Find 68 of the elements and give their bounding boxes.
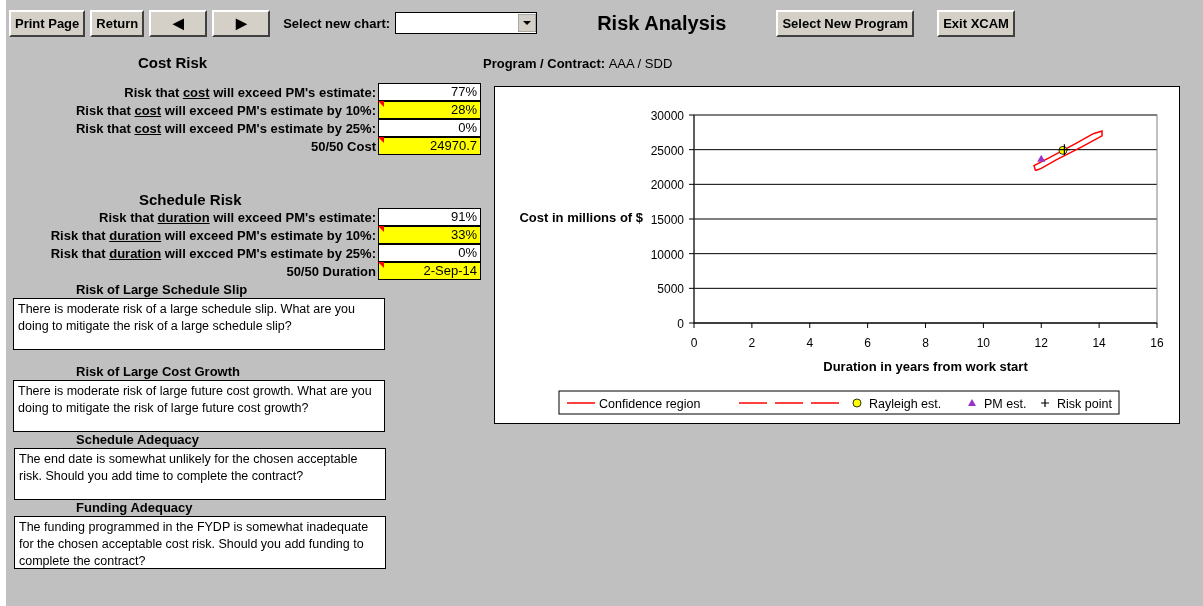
program-label: Program / Contract: AAA / SDD [483,56,674,71]
x-tick-label: 8 [922,336,929,350]
y-tick-label: 15000 [650,213,684,227]
x-tick-label: 0 [690,336,698,350]
x-tick-label: 16 [1150,336,1164,350]
y-tick-label: 25000 [650,143,684,158]
confidence-region-drawing [1033,129,1103,172]
y-axis-title: Cost in millions of $ [519,210,643,225]
legend-triangle-marker [968,399,976,406]
message-box: The end date is somewhat unlikely for the chosen acceptable risk. Should you add time to complete the contract? [14,448,386,500]
triangle-marker [1037,154,1046,162]
chart-select[interactable] [395,12,538,34]
legend-line [566,402,596,404]
toolbar-button[interactable]: Exit XCAM [937,9,1015,37]
y-tick-label: 20000 [650,178,684,193]
x-tick-label: 2 [748,336,756,350]
message-box: There is moderate risk of a large schedule slip. What are you doing to mitigate the risk of a large schedule slip? [13,298,385,350]
x-tick-label: 6 [864,336,871,350]
x-tick-label: 4 [806,336,814,350]
value-cell: 91% [378,208,481,226]
x-tick-label: 14 [1092,336,1106,350]
y-tick-label: 10000 [650,247,684,262]
legend-label: PM est. [984,397,1027,411]
message-title: Schedule Adequacy [75,432,201,448]
legend-line [774,402,804,404]
legend-line [738,402,768,404]
message-title: Risk of Large Cost Growth [75,364,241,380]
value-cell: 2-Sep-14 [378,262,481,280]
section-title: Cost Risk [137,53,209,71]
field-label: Risk that duration will exceed PM's estimate by 10%: [50,227,376,243]
message-box: The funding programmed in the FYDP is somewhat inadequate for the chosen acceptable cost risk. Should you add funding to complete the contract? [14,516,386,569]
value-cell: 0% [378,244,481,262]
section-title: Schedule Risk [138,190,243,208]
x-tick-label: 12 [1034,336,1048,350]
arrow-button[interactable]: ◀ [149,9,208,37]
legend-label: Confidence region [599,397,701,411]
page-title: Risk Analysis [597,11,727,35]
field-label: Risk that cost will exceed PM's estimate by 25%: [75,120,376,136]
select-label: Select new chart: [283,15,391,31]
legend-plus-marker [1040,398,1050,408]
value-cell: 24970.7 [378,137,481,155]
field-label: Risk that cost will exceed PM's estimate by 10%: [75,102,376,118]
value-cell: 33% [378,226,481,244]
value-cell: 28% [378,101,481,119]
message-title: Risk of Large Schedule Slip [75,282,249,298]
message-box: There is moderate risk of large future cost growth. What are you doing to mitigate the risk of large future cost growth? [13,380,385,432]
x-axis-title: Duration in years from work start [823,359,1028,374]
dropdown-arrow-icon[interactable] [518,14,537,32]
legend-label: Rayleigh est. [869,397,942,411]
value-cell: 77% [378,83,481,101]
y-tick-label: 0 [677,317,684,331]
toolbar-button[interactable]: Return [90,9,145,37]
y-tick-label: 30000 [650,109,684,123]
legend-line [810,402,840,404]
value-cell: 0% [378,119,481,137]
field-label: Risk that duration will excced PM's estimate by 25%: [50,245,376,261]
toolbar-button[interactable]: Print Page [9,9,86,37]
x-tick-label: 10 [976,336,991,350]
legend-circle-marker [852,398,862,408]
message-title: Funding Adequacy [75,500,194,516]
field-label: 50/50 Duration [286,263,376,279]
field-label: Risk that cost will exceed PM's estimate: [124,84,376,100]
field-label: 50/50 Cost [310,138,376,154]
toolbar-button[interactable]: Select New Program [776,9,915,37]
arrow-button[interactable]: ▶ [212,9,271,37]
y-tick-label: 5000 [657,282,684,297]
legend-label: Risk point [1057,397,1112,411]
field-label: Risk that duration will exceed PM's estimate: [99,209,376,225]
